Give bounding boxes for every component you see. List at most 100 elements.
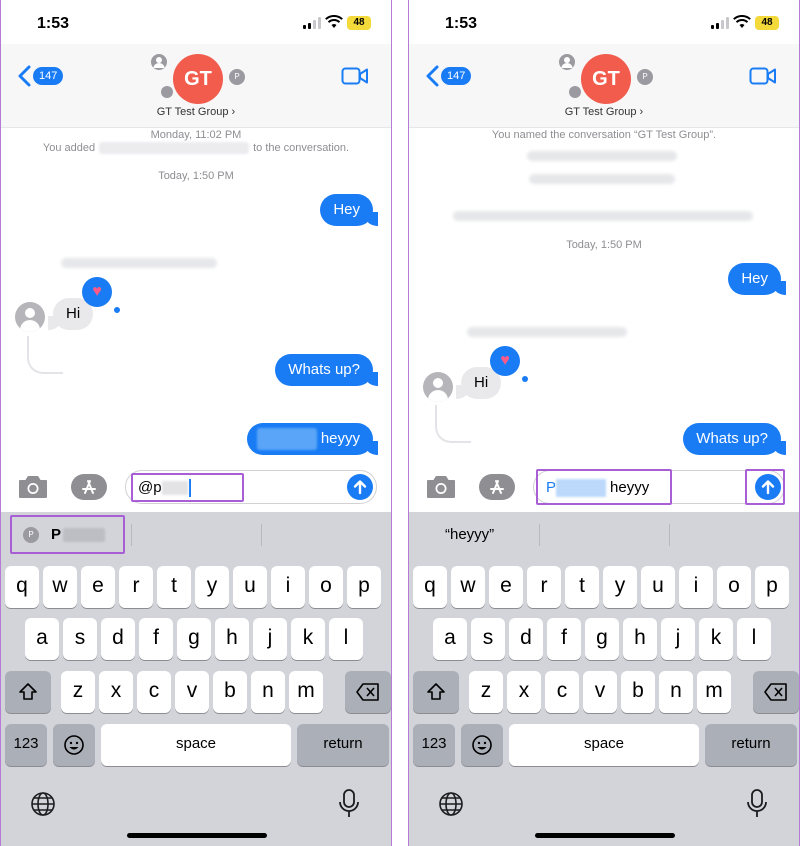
app-store-icon[interactable] bbox=[71, 474, 107, 500]
message-bubble-outgoing[interactable]: Whats up? bbox=[683, 423, 786, 455]
suggestion-separator bbox=[261, 524, 262, 546]
key-d[interactable]: d bbox=[509, 618, 543, 660]
space-key[interactable]: space bbox=[101, 724, 291, 766]
video-call-icon[interactable] bbox=[749, 66, 777, 86]
unread-count-badge[interactable]: 147 bbox=[441, 67, 472, 85]
delete-key[interactable] bbox=[753, 671, 799, 713]
key-q[interactable]: q bbox=[5, 566, 39, 608]
key-i[interactable]: i bbox=[271, 566, 305, 608]
group-avatar[interactable]: GT bbox=[581, 54, 631, 104]
key-g[interactable]: g bbox=[585, 618, 619, 660]
key-z[interactable]: z bbox=[61, 671, 95, 713]
group-name[interactable]: GT Test Group › bbox=[409, 106, 799, 118]
shift-key[interactable] bbox=[5, 671, 51, 713]
microphone-icon[interactable] bbox=[745, 788, 769, 820]
key-g[interactable]: g bbox=[177, 618, 211, 660]
key-o[interactable]: o bbox=[717, 566, 751, 608]
key-q[interactable]: q bbox=[413, 566, 447, 608]
key-n[interactable]: n bbox=[251, 671, 285, 713]
redacted-name bbox=[99, 142, 250, 155]
member-avatar-small bbox=[569, 86, 581, 98]
send-button[interactable] bbox=[347, 474, 373, 500]
status-time: 1:53 bbox=[445, 15, 478, 32]
key-b[interactable]: b bbox=[621, 671, 655, 713]
key-w[interactable]: w bbox=[43, 566, 77, 608]
group-avatar[interactable]: GT bbox=[173, 54, 223, 104]
heart-tapback-icon[interactable]: ♥ bbox=[490, 346, 520, 376]
key-c[interactable]: c bbox=[137, 671, 171, 713]
shift-key[interactable] bbox=[413, 671, 459, 713]
key-m[interactable]: m bbox=[289, 671, 323, 713]
back-chevron-icon[interactable] bbox=[15, 64, 35, 88]
numbers-key[interactable]: 123 bbox=[5, 724, 47, 766]
numbers-key[interactable]: 123 bbox=[413, 724, 455, 766]
key-s[interactable]: s bbox=[63, 618, 97, 660]
message-bubble-outgoing[interactable]: Whats up? bbox=[275, 354, 378, 386]
emoji-key[interactable] bbox=[53, 724, 95, 766]
return-key[interactable]: return bbox=[705, 724, 797, 766]
message-bubble-outgoing[interactable]: Hey bbox=[320, 194, 378, 226]
key-x[interactable]: x bbox=[507, 671, 541, 713]
key-a[interactable]: a bbox=[25, 618, 59, 660]
delete-key[interactable] bbox=[345, 671, 391, 713]
key-y[interactable]: y bbox=[603, 566, 637, 608]
tapback-dot bbox=[522, 376, 528, 382]
microphone-icon[interactable] bbox=[337, 788, 361, 820]
key-d[interactable]: d bbox=[101, 618, 135, 660]
message-bubble-outgoing[interactable]: Hey bbox=[728, 263, 786, 295]
globe-icon[interactable] bbox=[29, 790, 57, 818]
suggestion-word[interactable]: “heyyy” bbox=[445, 526, 494, 543]
key-r[interactable]: r bbox=[527, 566, 561, 608]
return-key[interactable]: return bbox=[297, 724, 389, 766]
key-j[interactable]: j bbox=[661, 618, 695, 660]
key-u[interactable]: u bbox=[233, 566, 267, 608]
unread-count-badge[interactable]: 147 bbox=[33, 67, 64, 85]
key-r[interactable]: r bbox=[119, 566, 153, 608]
key-l[interactable]: l bbox=[329, 618, 363, 660]
key-u[interactable]: u bbox=[641, 566, 675, 608]
key-c[interactable]: c bbox=[545, 671, 579, 713]
key-f[interactable]: f bbox=[547, 618, 581, 660]
suggestion-bar: “heyyy” bbox=[409, 512, 799, 558]
key-y[interactable]: y bbox=[195, 566, 229, 608]
key-v[interactable]: v bbox=[175, 671, 209, 713]
group-name[interactable]: GT Test Group › bbox=[1, 106, 391, 118]
key-o[interactable]: o bbox=[309, 566, 343, 608]
status-bar: 1:53 48 bbox=[409, 0, 799, 44]
key-k[interactable]: k bbox=[699, 618, 733, 660]
battery-indicator: 48 bbox=[755, 16, 779, 30]
key-h[interactable]: h bbox=[623, 618, 657, 660]
key-p[interactable]: p bbox=[347, 566, 381, 608]
key-z[interactable]: z bbox=[469, 671, 503, 713]
key-e[interactable]: e bbox=[489, 566, 523, 608]
key-s[interactable]: s bbox=[471, 618, 505, 660]
app-store-icon[interactable] bbox=[479, 474, 515, 500]
key-e[interactable]: e bbox=[81, 566, 115, 608]
system-added-message: You added to the conversation. bbox=[42, 142, 350, 155]
key-x[interactable]: x bbox=[99, 671, 133, 713]
key-n[interactable]: n bbox=[659, 671, 693, 713]
key-p[interactable]: p bbox=[755, 566, 789, 608]
key-v[interactable]: v bbox=[583, 671, 617, 713]
key-k[interactable]: k bbox=[291, 618, 325, 660]
heart-tapback-icon[interactable]: ♥ bbox=[82, 277, 112, 307]
key-j[interactable]: j bbox=[253, 618, 287, 660]
key-b[interactable]: b bbox=[213, 671, 247, 713]
key-t[interactable]: t bbox=[157, 566, 191, 608]
key-i[interactable]: i bbox=[679, 566, 713, 608]
key-a[interactable]: a bbox=[433, 618, 467, 660]
back-chevron-icon[interactable] bbox=[423, 64, 443, 88]
globe-icon[interactable] bbox=[437, 790, 465, 818]
key-t[interactable]: t bbox=[565, 566, 599, 608]
video-call-icon[interactable] bbox=[341, 66, 369, 86]
key-w[interactable]: w bbox=[451, 566, 485, 608]
key-m[interactable]: m bbox=[697, 671, 731, 713]
camera-icon[interactable] bbox=[17, 474, 49, 500]
message-bubble-outgoing-mention[interactable]: heyyy bbox=[246, 423, 378, 455]
key-h[interactable]: h bbox=[215, 618, 249, 660]
key-f[interactable]: f bbox=[139, 618, 173, 660]
camera-icon[interactable] bbox=[425, 474, 457, 500]
space-key[interactable]: space bbox=[509, 724, 699, 766]
emoji-key[interactable] bbox=[461, 724, 503, 766]
key-l[interactable]: l bbox=[737, 618, 771, 660]
